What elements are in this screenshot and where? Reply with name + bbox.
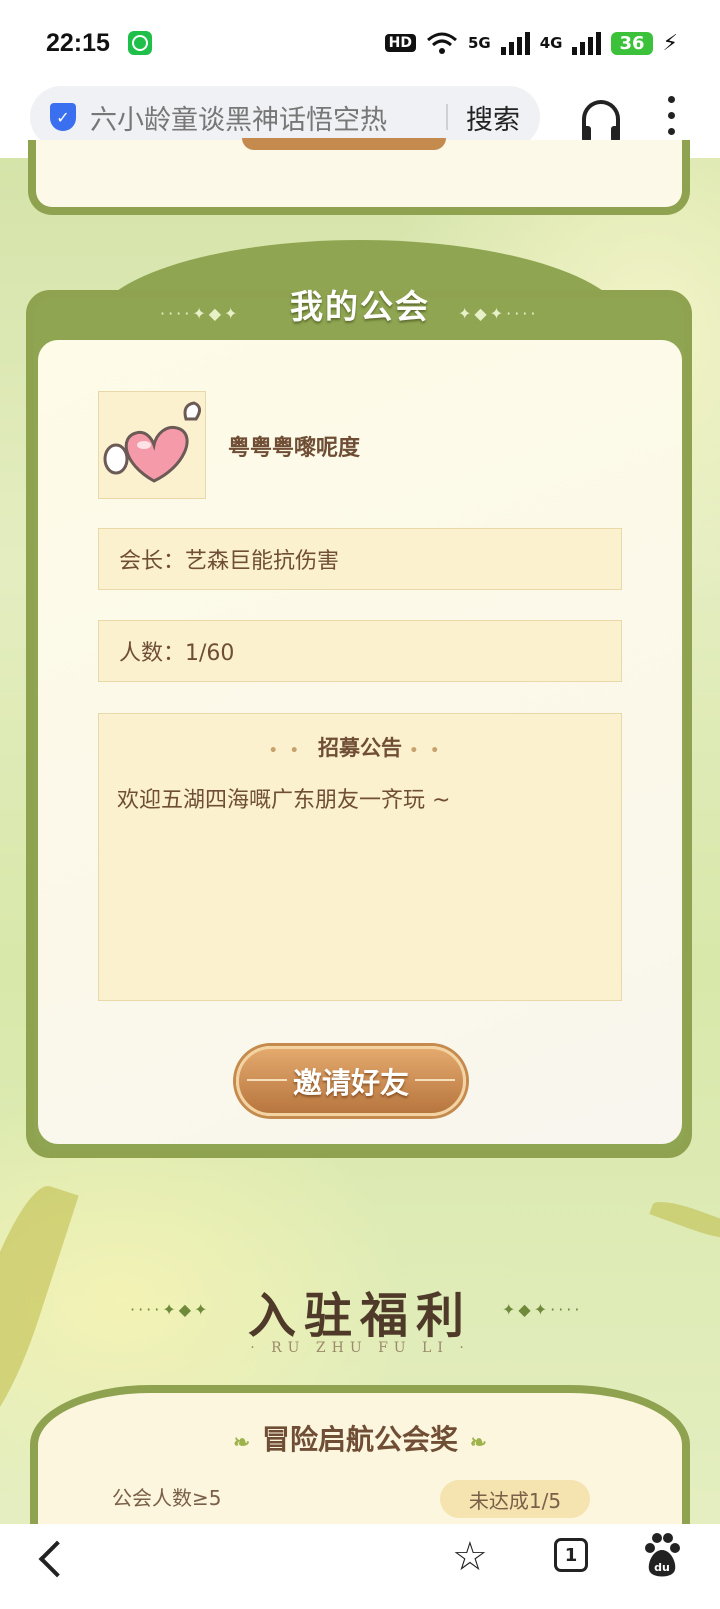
system-icons: HD 5G 4G 36 ⚡ — [384, 30, 678, 56]
shield-icon: ✓ — [50, 103, 76, 131]
reward-title: ❧ 冒险启航公会奖 ❧ — [0, 1418, 720, 1458]
signal-5g-icon — [500, 31, 530, 55]
reward-condition: 公会人数≥5 — [112, 1486, 222, 1510]
dots-icon: •• — [409, 743, 452, 759]
invite-friends-button[interactable]: 邀请好友 — [236, 1046, 466, 1116]
bottom-nav: ☆ 1 du — [0, 1524, 720, 1609]
divider — [446, 104, 448, 130]
tab-count: 1 — [564, 1544, 578, 1566]
charging-icon: ⚡ — [662, 30, 678, 56]
guild-leader-field: 会长：艺森巨能抗伤害 — [98, 528, 622, 590]
dots-icon: •• — [268, 743, 311, 759]
network-4g-label: 4G — [539, 34, 563, 52]
welfare-title: 入驻福利 — [247, 1288, 472, 1344]
status-time: 22:15 — [46, 29, 152, 58]
previous-card-button[interactable] — [242, 138, 446, 150]
leaf-icon: ❧ — [470, 1430, 487, 1454]
bookmark-star-icon[interactable]: ☆ — [452, 1534, 488, 1580]
recruit-notice-header: •• 招募公告 •• — [99, 732, 621, 762]
clock: 22:15 — [46, 28, 110, 57]
previous-card — [28, 138, 690, 215]
guild-card-title: 我的公会 — [290, 287, 430, 326]
signal-4g-icon — [572, 31, 602, 55]
guild-members-field: 人数：1/60 — [98, 620, 622, 682]
tabs-button[interactable]: 1 — [554, 1538, 588, 1572]
guild-name: 粤粤粤嚟呢度 — [228, 436, 361, 461]
network-5g-label: 5G — [467, 34, 491, 52]
back-icon[interactable] — [38, 1540, 76, 1578]
search-query[interactable]: 六小龄童谈黑神话悟空热 — [90, 98, 428, 137]
search-button[interactable]: 搜索 — [466, 98, 520, 137]
status-bar: 22:15 HD 5G 4G 36 ⚡ — [0, 0, 720, 86]
battery-icon: 36 — [611, 31, 653, 55]
svg-text:du: du — [654, 1561, 670, 1574]
recruit-notice-text: 欢迎五湖四海嘅广东朋友一齐玩 ~ — [117, 788, 451, 813]
winged-heart-icon — [103, 401, 201, 483]
guild-avatar — [98, 391, 206, 499]
app-notification-icon — [127, 31, 152, 55]
hd-voice-icon: HD — [384, 34, 416, 52]
reward-status-badge: 未达成1/5 — [440, 1480, 590, 1518]
leaf-icon: ❧ — [233, 1430, 250, 1454]
more-menu-icon[interactable] — [666, 96, 676, 135]
reward-title-text: 冒险启航公会奖 — [261, 1423, 458, 1456]
invite-friends-label: 邀请好友 — [292, 1066, 409, 1100]
recruit-notice-title: 招募公告 — [318, 736, 402, 760]
wifi-icon — [427, 32, 457, 54]
welfare-subtitle: · RU ZHU FU LI · — [250, 1340, 470, 1356]
recruit-notice-panel: •• 招募公告 •• 欢迎五湖四海嘅广东朋友一齐玩 ~ — [98, 713, 622, 1001]
headphones-icon[interactable] — [582, 100, 620, 142]
baidu-paw-icon[interactable]: du — [642, 1532, 682, 1578]
